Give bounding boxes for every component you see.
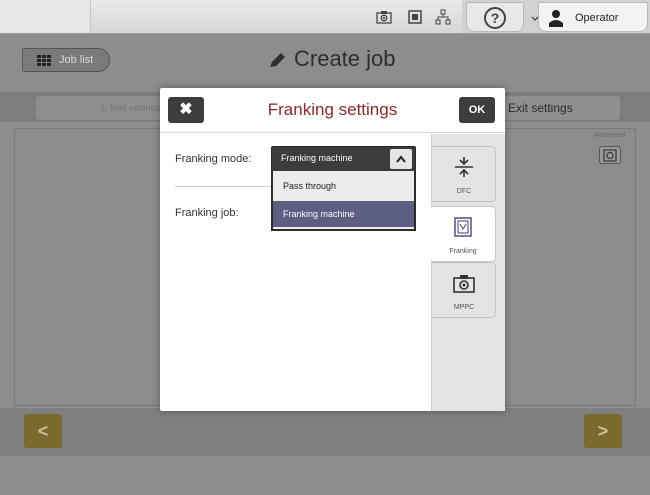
franking-settings-dialog: Franking settings ✖ OK Franking mode: Fr… xyxy=(160,88,505,411)
close-button[interactable]: ✖ xyxy=(168,97,204,123)
user-menu[interactable]: Operator xyxy=(538,2,648,32)
advanced-button[interactable] xyxy=(599,146,621,164)
dialog-header: Franking settings ✖ OK xyxy=(160,88,505,133)
network-icon[interactable] xyxy=(435,9,451,25)
user-name: Operator xyxy=(575,12,619,24)
top-bar: ? Operator xyxy=(0,0,650,34)
previous-button[interactable]: < xyxy=(24,414,62,448)
bottom-band xyxy=(0,408,650,456)
option-franking-machine[interactable]: Franking machine xyxy=(273,201,414,227)
job-list-button[interactable]: Job list xyxy=(22,48,110,72)
page-title-text: Create job xyxy=(294,46,396,71)
help-icon: ? xyxy=(484,7,506,29)
dialog-body: Franking mode: Franking job: Franking ma… xyxy=(160,134,430,411)
camera-icon[interactable] xyxy=(376,9,392,25)
chevron-up-icon[interactable] xyxy=(390,149,412,169)
option-pass-through[interactable]: Pass through xyxy=(273,173,414,199)
franking-mode-label: Franking mode: xyxy=(175,153,252,165)
page-title: Create job xyxy=(268,46,396,72)
franking-icon xyxy=(454,217,472,237)
next-button[interactable]: > xyxy=(584,414,622,448)
tab-mail-settings[interactable]: 1. Mail settings xyxy=(36,96,166,120)
side-tab-dfc-label: DFC xyxy=(456,188,472,195)
side-tab-mppc-label: MPPC xyxy=(453,304,475,311)
tab-exit-settings[interactable]: Exit settings xyxy=(500,96,620,120)
side-tab-franking-label: Franking xyxy=(449,248,477,255)
franking-job-label: Franking job: xyxy=(175,207,239,219)
help-button[interactable]: ? xyxy=(466,2,524,32)
advanced-label: Advanced xyxy=(594,132,626,139)
side-tab-franking[interactable]: Franking xyxy=(431,206,496,262)
franking-icon[interactable] xyxy=(407,9,423,25)
side-tab-mppc[interactable]: MPPC xyxy=(432,262,496,318)
top-bar-left-segment xyxy=(0,0,90,33)
franking-mode-select[interactable]: Franking machine xyxy=(271,146,416,172)
side-tabs: DFC Franking MPPC xyxy=(431,134,505,411)
franking-mode-value: Franking machine xyxy=(281,153,353,163)
ok-button[interactable]: OK xyxy=(459,97,495,123)
side-tab-dfc[interactable]: DFC xyxy=(432,146,496,202)
franking-mode-options: Pass through Franking machine xyxy=(271,171,416,231)
grid-icon xyxy=(37,55,51,66)
settings-icon xyxy=(603,149,617,162)
job-list-label: Job list xyxy=(59,54,94,66)
person-icon xyxy=(549,10,563,27)
camera-icon xyxy=(453,275,475,293)
dialog-title: Franking settings xyxy=(267,100,398,119)
dfc-icon xyxy=(455,157,473,177)
